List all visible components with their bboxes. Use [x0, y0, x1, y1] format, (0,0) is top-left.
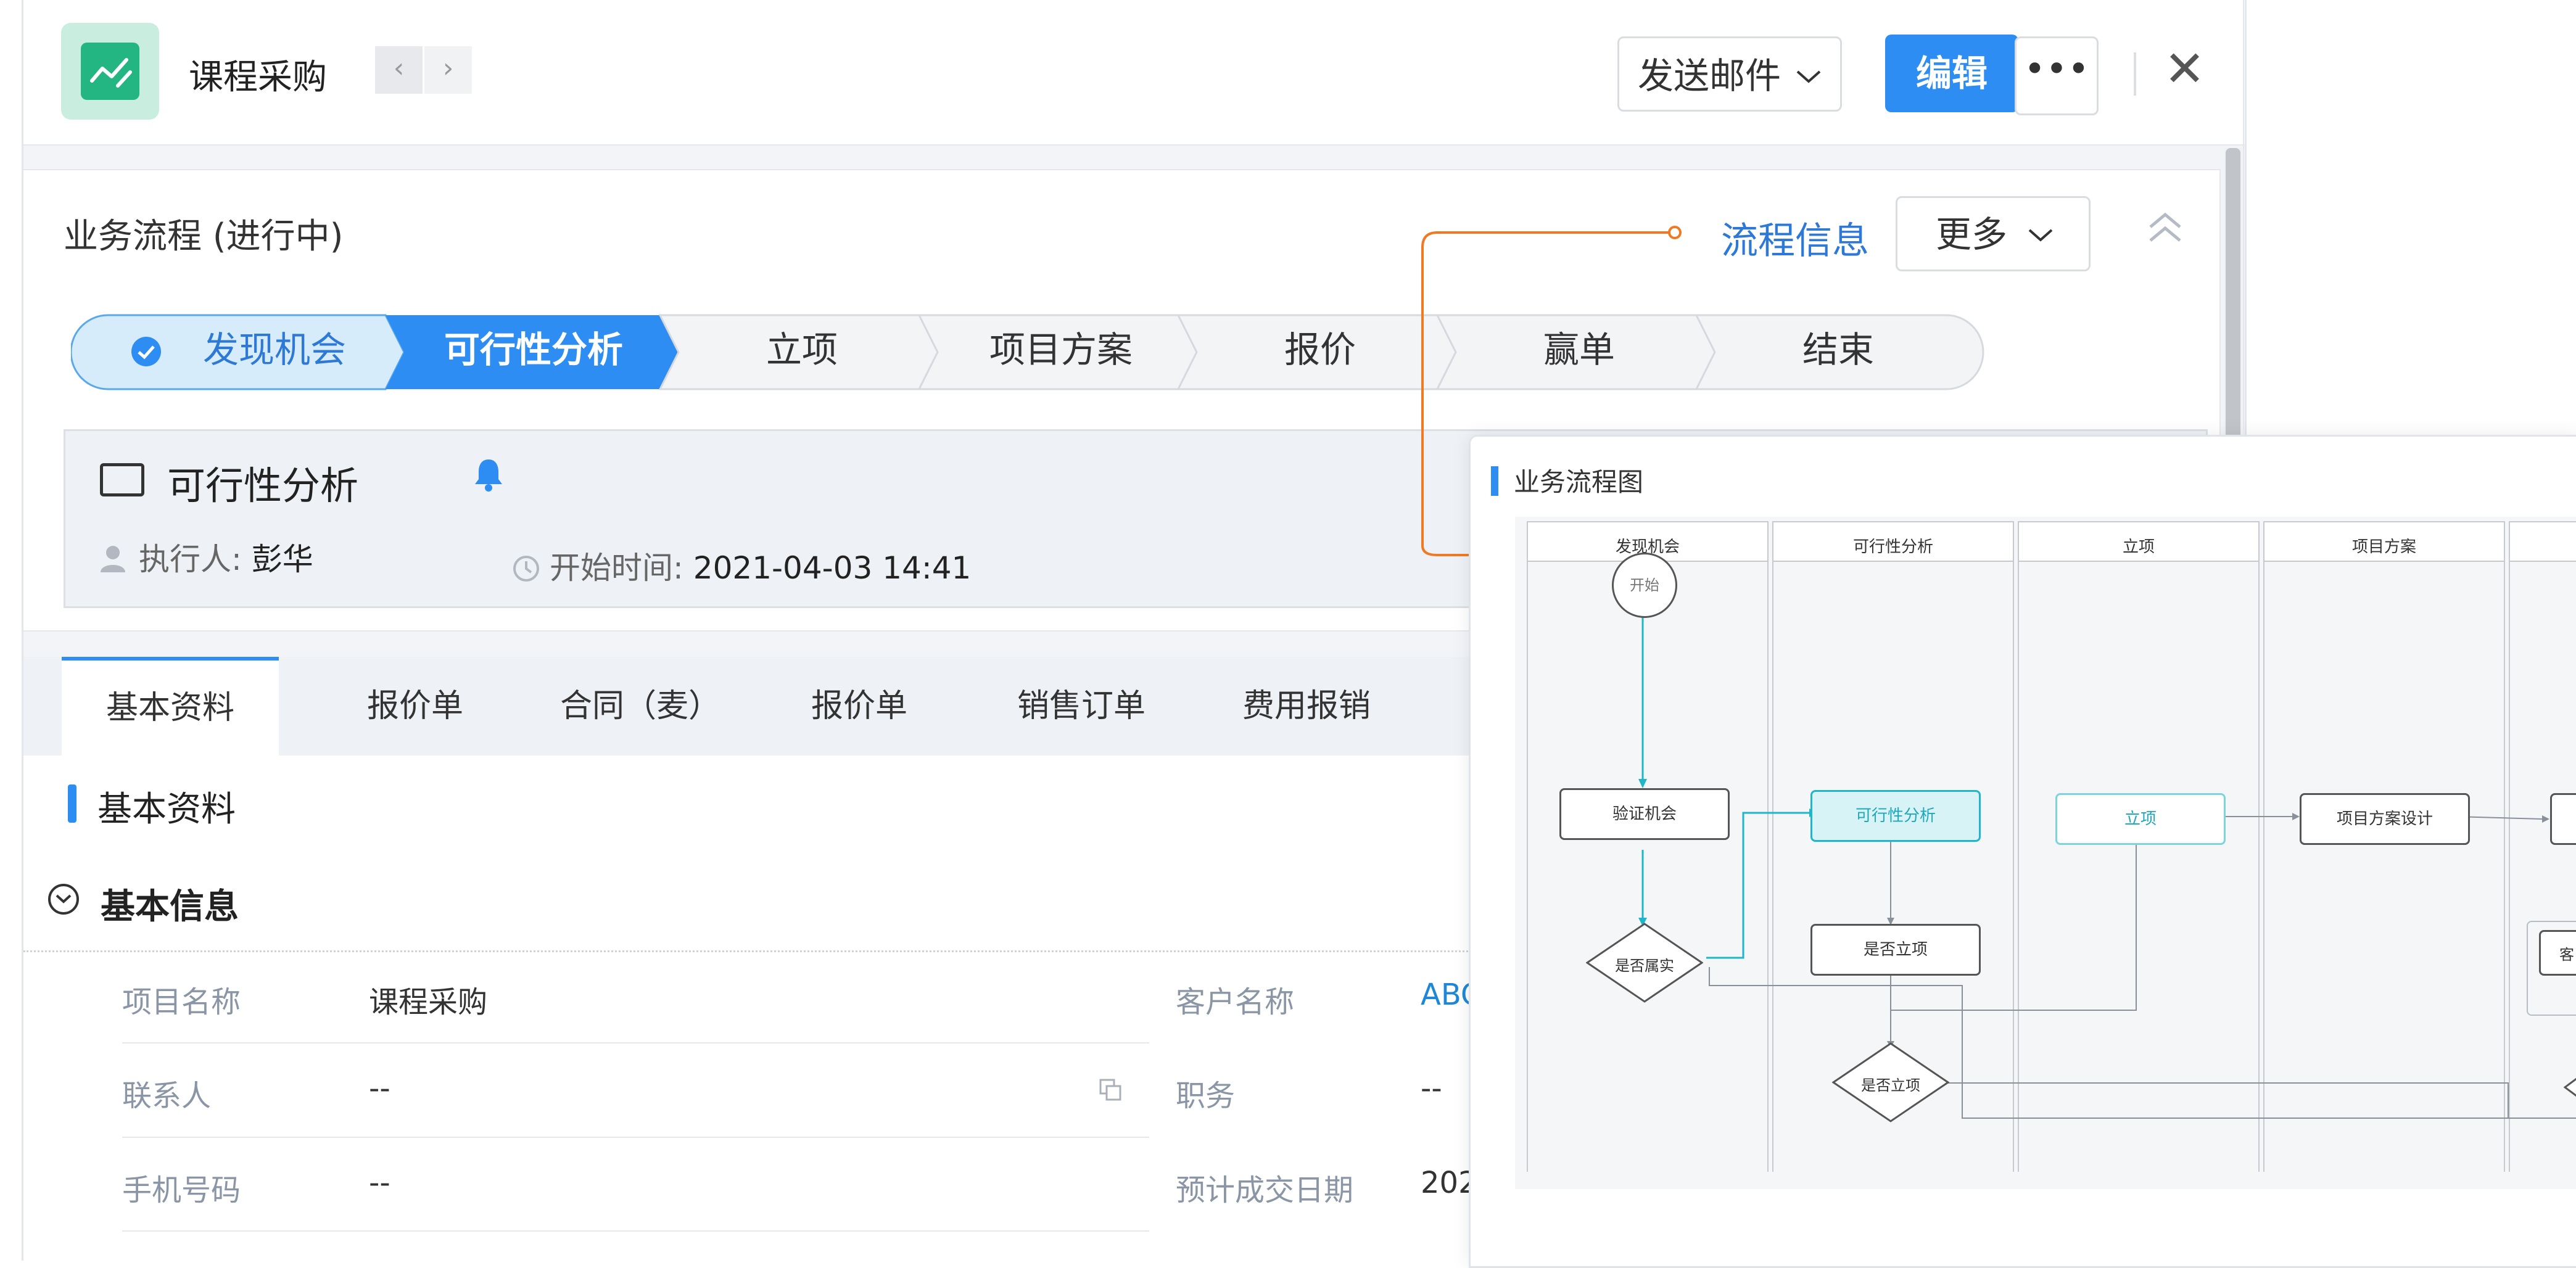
flow-info-link[interactable]: 流程信息	[1721, 211, 1869, 265]
chart-trend-icon	[81, 43, 139, 100]
more-dropdown[interactable]: 更多	[1896, 196, 2091, 271]
section-title: 基本资料	[97, 789, 236, 830]
lane-feasibility: 可行性分析	[1852, 538, 1933, 556]
node-is-real[interactable]: 是否属实	[1586, 953, 1703, 975]
next-record-button[interactable]: ›	[424, 46, 472, 94]
ellipsis-icon: •••	[2023, 47, 2090, 91]
chevron-down-icon[interactable]	[48, 884, 79, 915]
tab-basic-info[interactable]: 基本资料	[62, 657, 279, 755]
node-project[interactable]: 立项	[2055, 793, 2226, 845]
lane-plan: 项目方案	[2351, 538, 2416, 556]
divider	[2243, 0, 2244, 435]
chevron-down-icon	[1796, 70, 1821, 83]
field-label-phone: 手机号码	[122, 1173, 241, 1208]
node-feasibility[interactable]: 可行性分析	[1810, 790, 1981, 842]
field-value-phone[interactable]: --	[369, 1166, 390, 1200]
node-is-project-1[interactable]: 是否立项	[1810, 924, 1981, 976]
lane-project: 立项	[2122, 538, 2155, 556]
stage-project[interactable]: 立项	[675, 313, 928, 386]
popup-title: 业务流程图	[1514, 467, 1644, 497]
stage-discover[interactable]: 发现机会	[163, 313, 386, 386]
section-marker	[68, 784, 76, 823]
field-label-contact: 联系人	[122, 1079, 212, 1113]
field-label-position: 职务	[1176, 1079, 1236, 1113]
stage-bar: 发现机会 可行性分析 立项 项目方案 报价 赢单 结束	[71, 313, 1989, 391]
process-title: 业务流程 (进行中)	[64, 216, 344, 257]
field-value-contact[interactable]: --	[369, 1071, 390, 1106]
stage-feasibility[interactable]: 可行性分析	[401, 313, 666, 386]
copy-icon[interactable]	[1098, 1077, 1123, 1102]
executor-row: 执行人: 彭华	[99, 535, 313, 579]
field-label-project-name: 项目名称	[122, 985, 241, 1019]
task-name: 可行性分析	[167, 463, 359, 508]
tab-sales-order[interactable]: 销售订单	[980, 657, 1183, 755]
record-header: 课程采购 ‹ › 发送邮件 编辑 ••• ✕	[23, 0, 2245, 146]
stage-plan[interactable]: 项目方案	[935, 313, 1187, 386]
tab-quote[interactable]: 报价单	[326, 657, 505, 755]
divider	[2134, 52, 2136, 96]
row-divider	[122, 1042, 1149, 1044]
tab-quote-2[interactable]: 报价单	[770, 657, 949, 755]
node-partial[interactable]	[2550, 793, 2576, 845]
stage-end[interactable]: 结束	[1712, 313, 1965, 386]
row-divider	[122, 1230, 1149, 1232]
field-value-position[interactable]: --	[1421, 1071, 1442, 1106]
executor-value: 彭华	[251, 541, 313, 577]
group-title: 基本信息	[101, 887, 239, 927]
collapse-icon[interactable]	[2147, 211, 2184, 255]
user-icon	[101, 546, 125, 572]
chevron-left-icon: ‹	[393, 52, 405, 84]
node-partial-right[interactable]: 客	[2539, 930, 2576, 976]
executor-label: 执行人:	[139, 541, 242, 577]
send-mail-button[interactable]: 发送邮件	[1617, 36, 1842, 112]
node-start[interactable]: 开始	[1612, 553, 1677, 618]
field-label-customer: 客户名称	[1176, 985, 1295, 1019]
section-marker	[1491, 466, 1498, 496]
row-divider	[122, 1137, 1149, 1138]
tab-expense[interactable]: 费用报销	[1195, 657, 1418, 755]
chevron-right-icon: ›	[442, 52, 454, 84]
chevron-down-icon	[2028, 229, 2053, 242]
clock-icon	[513, 556, 539, 582]
edit-button[interactable]: 编辑	[1885, 35, 2018, 112]
prev-record-button[interactable]: ‹	[375, 46, 423, 94]
check-circle-icon	[131, 337, 161, 366]
field-label-close-date: 预计成交日期	[1176, 1173, 1354, 1208]
start-time-row: 开始时间: 2021-04-03 14:41	[513, 543, 971, 588]
send-mail-label: 发送邮件	[1638, 55, 1781, 97]
app-logo	[61, 23, 159, 120]
field-value-project-name[interactable]: 课程采购	[369, 978, 487, 1021]
node-verify[interactable]: 验证机会	[1559, 788, 1730, 840]
node-is-project-2[interactable]: 是否立项	[1832, 1073, 1949, 1095]
node-design[interactable]: 项目方案设计	[2300, 793, 2470, 845]
start-time-value: 2021-04-03 14:41	[693, 550, 972, 586]
more-actions-button[interactable]: •••	[2015, 36, 2099, 115]
record-title: 课程采购	[189, 57, 327, 97]
tab-contract[interactable]: 合同（麦）	[529, 657, 751, 755]
task-checkbox-icon[interactable]	[100, 463, 144, 496]
stage-quote[interactable]: 报价	[1194, 313, 1447, 386]
more-label: 更多	[1936, 213, 2008, 255]
decision-diamond	[2564, 1077, 2576, 1097]
swimlane-diagram: 发现机会 可行性分析 立项 项目方案 开始 验证机会 是否属实 可行性分析 是否…	[1515, 517, 2576, 1189]
flow-diagram-popup: 业务流程图 发现机会 可行性分析 立项 项目方案 开始 验证机会 是否属实 可行…	[1469, 435, 2576, 1268]
close-button[interactable]: ✕	[2164, 44, 2205, 94]
start-time-label: 开始时间:	[550, 550, 683, 586]
close-icon: ✕	[2164, 40, 2206, 97]
bell-icon[interactable]	[473, 457, 505, 500]
